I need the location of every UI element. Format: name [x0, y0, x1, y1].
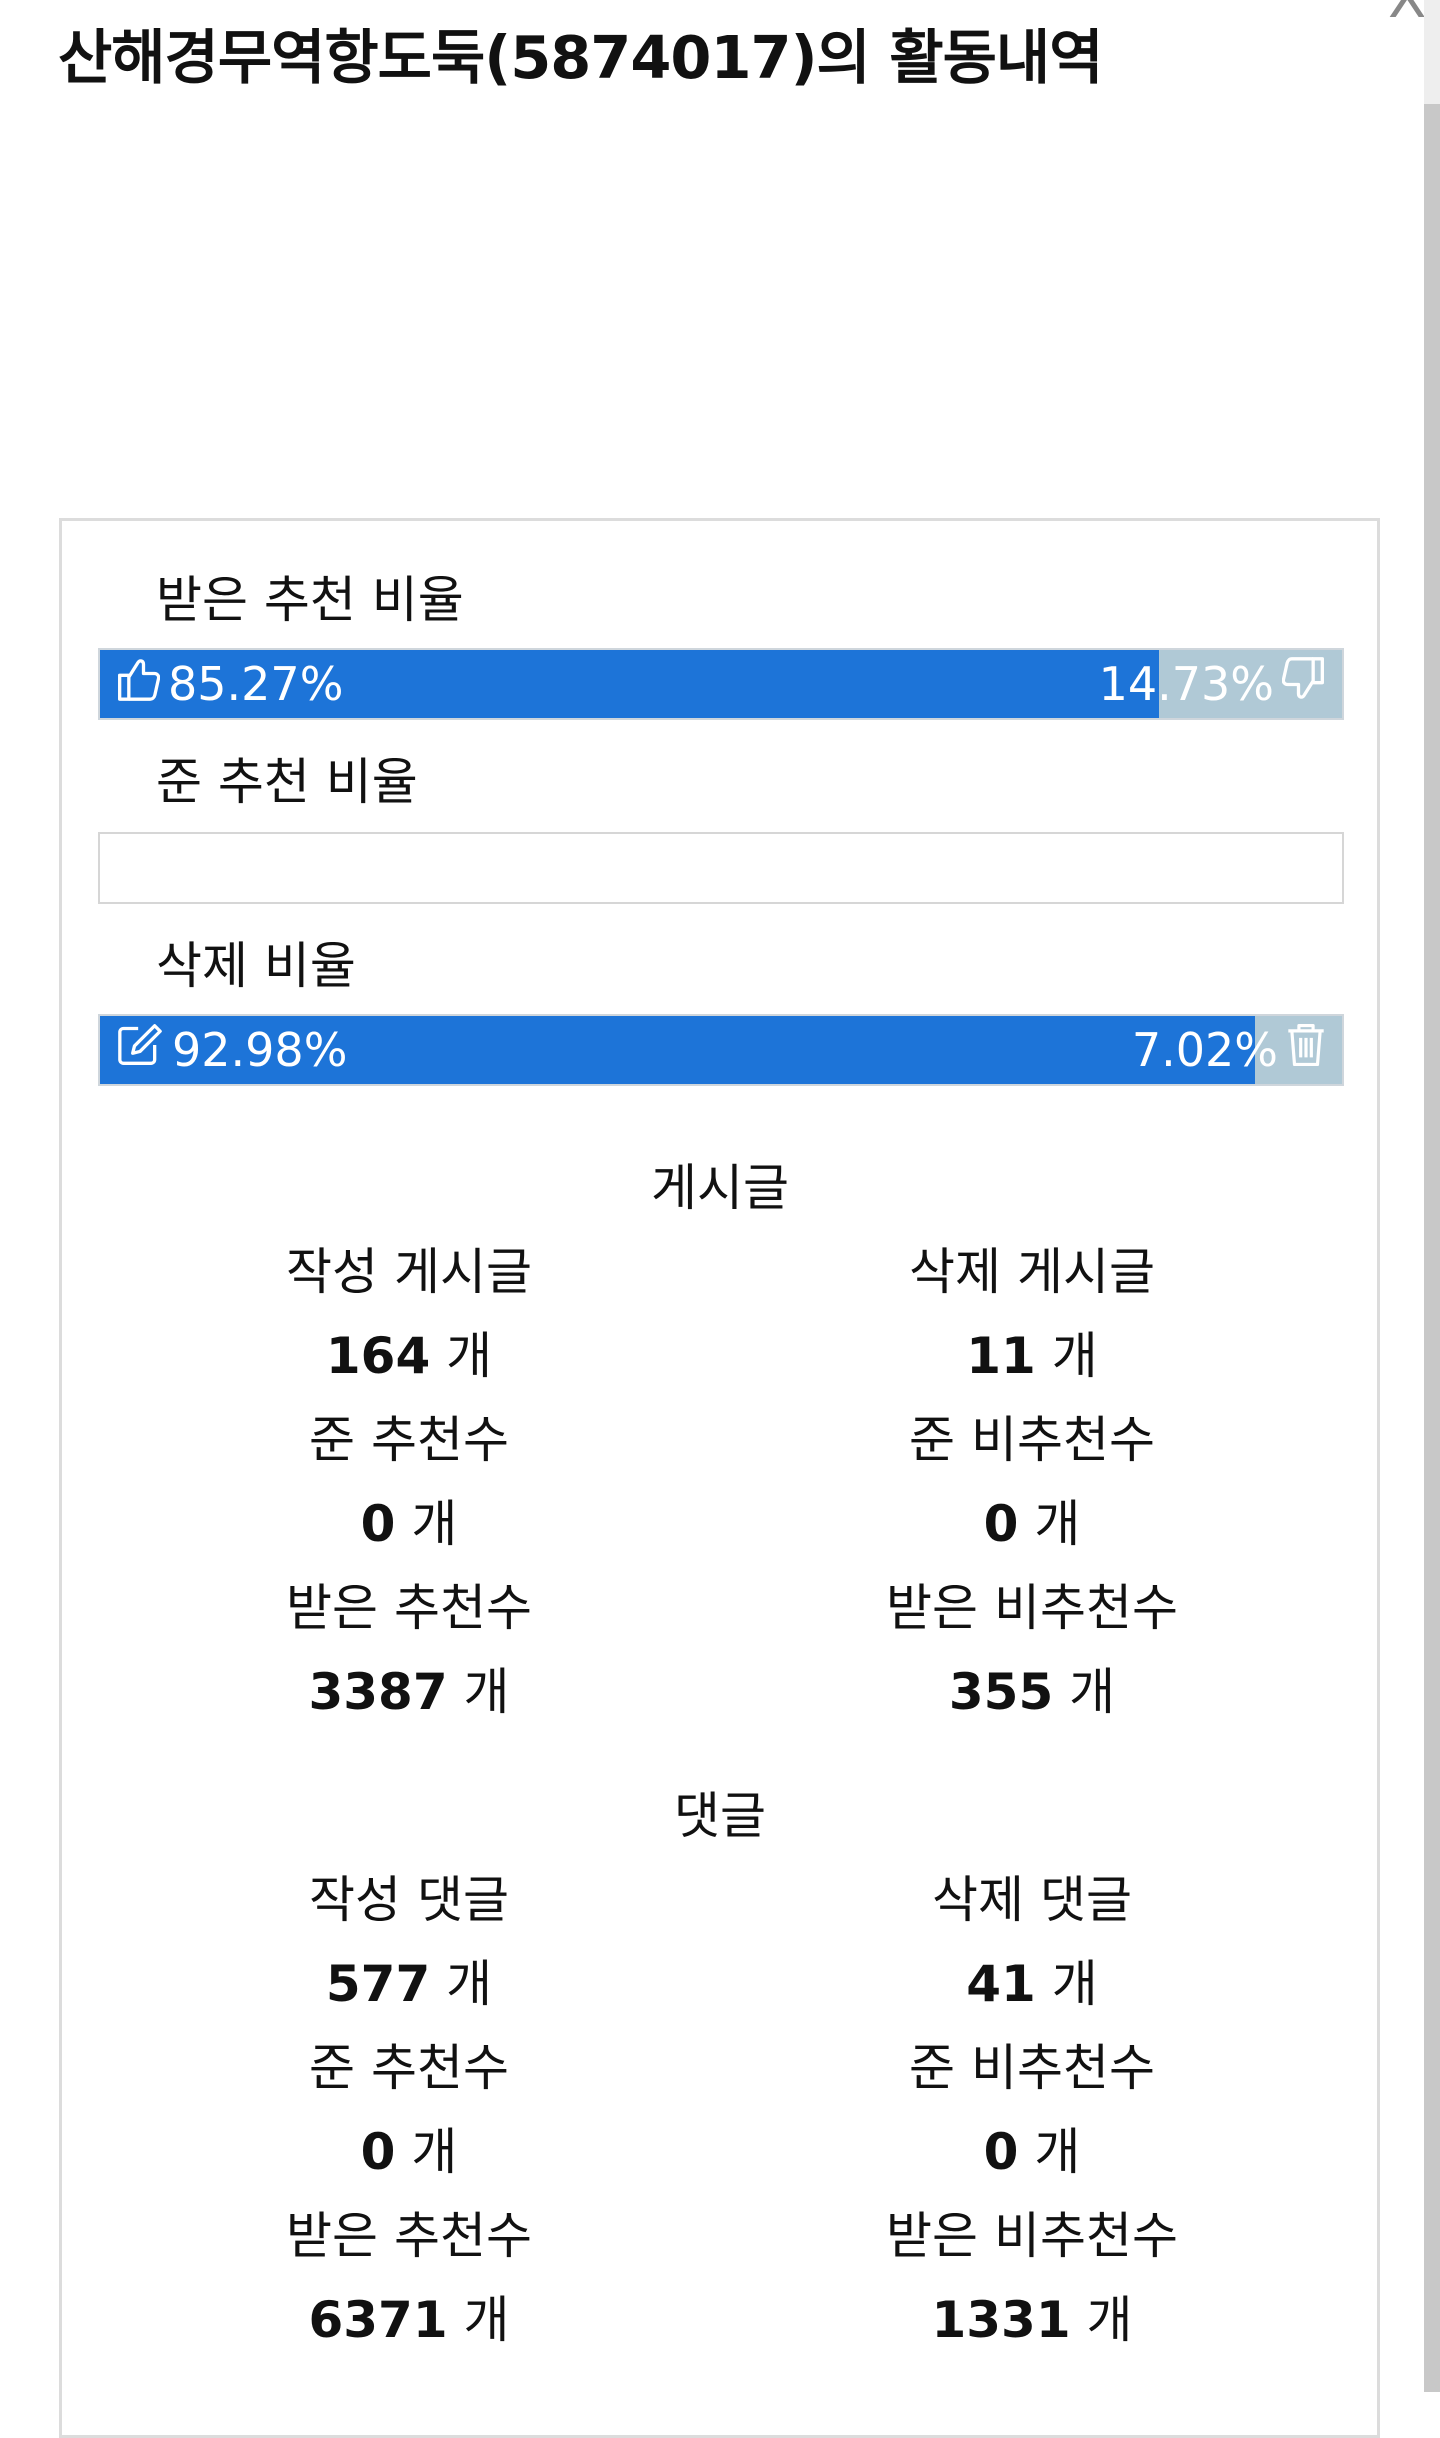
- comments-received-up-value: 6371 개: [308, 2291, 510, 2349]
- delete-ratio-kept-value: 92.98%: [172, 1023, 348, 1077]
- comments-given-down-value: 0 개: [983, 2123, 1081, 2181]
- posts-received-down-label: 받은 비추천수: [886, 1579, 1178, 1637]
- posts-section-title: 게시글: [651, 1159, 789, 1217]
- delete-ratio-label: 삭제 비율: [156, 937, 356, 995]
- scrollbar-thumb[interactable]: [1424, 104, 1440, 2392]
- posts-given-up-label: 준 추천수: [309, 1411, 509, 1469]
- posts-written-value: 164 개: [325, 1327, 493, 1385]
- delete-ratio-deleted-value: 7.02%: [1131, 1023, 1278, 1077]
- comments-received-down-value: 1331 개: [931, 2291, 1133, 2349]
- received-recommend-ratio-label: 받은 추천 비율: [156, 571, 464, 629]
- received-recommend-positive: 85.27%: [116, 650, 343, 718]
- delete-ratio-deleted: 7.02%: [1132, 1016, 1326, 1084]
- comments-section-title: 댓글: [674, 1787, 766, 1845]
- posts-deleted-label: 삭제 게시글: [909, 1243, 1155, 1301]
- given-recommend-ratio-label: 준 추천 비율: [156, 753, 418, 811]
- edit-icon: [116, 1023, 172, 1078]
- comments-received-down-label: 받은 비추천수: [886, 2207, 1178, 2265]
- posts-given-up-value: 0 개: [360, 1495, 458, 1553]
- comments-written-label: 작성 댓글: [309, 1871, 509, 1929]
- posts-received-up-label: 받은 추천수: [286, 1579, 532, 1637]
- comments-received-up-label: 받은 추천수: [286, 2207, 532, 2265]
- received-recommend-negative-value: 14.73%: [1098, 657, 1274, 711]
- comments-given-down-label: 준 비추천수: [909, 2039, 1155, 2097]
- thumbs-down-icon: [1274, 655, 1326, 714]
- received-recommend-negative: 14.73%: [1099, 650, 1326, 718]
- posts-written-label: 작성 게시글: [286, 1243, 532, 1301]
- delete-ratio-bar: 92.98% 7.02%: [98, 1014, 1344, 1086]
- given-recommend-ratio-bar: [98, 832, 1344, 904]
- posts-received-up-value: 3387 개: [308, 1663, 510, 1721]
- comments-deleted-value: 41 개: [966, 1955, 1098, 2013]
- delete-ratio-kept: 92.98%: [116, 1016, 347, 1084]
- posts-given-down-value: 0 개: [983, 1495, 1081, 1553]
- posts-given-down-label: 준 비추천수: [909, 1411, 1155, 1469]
- posts-received-down-value: 355 개: [948, 1663, 1116, 1721]
- posts-deleted-value: 11 개: [966, 1327, 1098, 1385]
- page-title: 산해경무역항도둑(5874017)의 활동내역: [58, 23, 1103, 92]
- received-recommend-ratio-bar: 85.27% 14.73%: [98, 648, 1344, 720]
- comments-given-up-label: 준 추천수: [309, 2039, 509, 2097]
- close-button[interactable]: X: [1388, 0, 1426, 31]
- comments-deleted-label: 삭제 댓글: [932, 1871, 1132, 1929]
- trash-icon: [1278, 1022, 1326, 1079]
- comments-written-value: 577 개: [325, 1955, 493, 2013]
- comments-given-up-value: 0 개: [360, 2123, 458, 2181]
- received-recommend-positive-value: 85.27%: [168, 657, 344, 711]
- thumbs-up-icon: [116, 655, 168, 714]
